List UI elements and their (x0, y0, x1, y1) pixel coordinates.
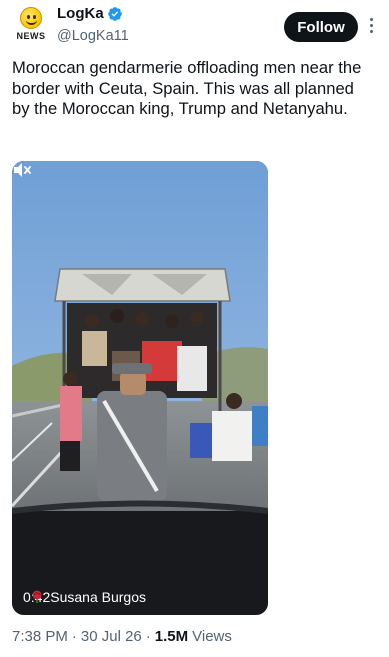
tweet-date[interactable]: 30 Jul 26 (81, 628, 142, 645)
video-credit: Susana Burgos (50, 589, 146, 605)
author-display-name[interactable]: LogKa (57, 5, 104, 22)
tweet-header: NEWS LogKa @LogKa11 Follow (0, 0, 389, 52)
author-name-row[interactable]: LogKa (57, 5, 123, 22)
follow-button[interactable]: Follow (284, 12, 358, 42)
tweet-time[interactable]: 7:38 PM (12, 628, 68, 645)
rose-icon (32, 590, 42, 603)
mute-icon[interactable] (12, 161, 32, 179)
verified-badge-icon (107, 6, 122, 21)
more-options-icon[interactable] (366, 16, 376, 38)
meta-separator: · (71, 628, 77, 645)
tweet-text: Moroccan gendarmerie offloading men near… (12, 58, 362, 118)
avatar[interactable]: NEWS (14, 6, 48, 46)
video-frame (12, 161, 268, 615)
author-handle[interactable]: @LogKa11 (57, 28, 129, 44)
video-info: 0:42 Susana Burgos (23, 589, 146, 605)
views-count[interactable]: 1.5M (155, 628, 188, 645)
tweet-meta: 7:38 PM · 30 Jul 26 · 1.5M Views (12, 628, 232, 645)
video-player[interactable]: 0:42 Susana Burgos (12, 161, 268, 615)
smiley-logo-icon (20, 7, 42, 29)
views-label: Views (192, 628, 232, 645)
meta-separator: · (145, 628, 151, 645)
avatar-badge-text: NEWS (16, 31, 46, 41)
